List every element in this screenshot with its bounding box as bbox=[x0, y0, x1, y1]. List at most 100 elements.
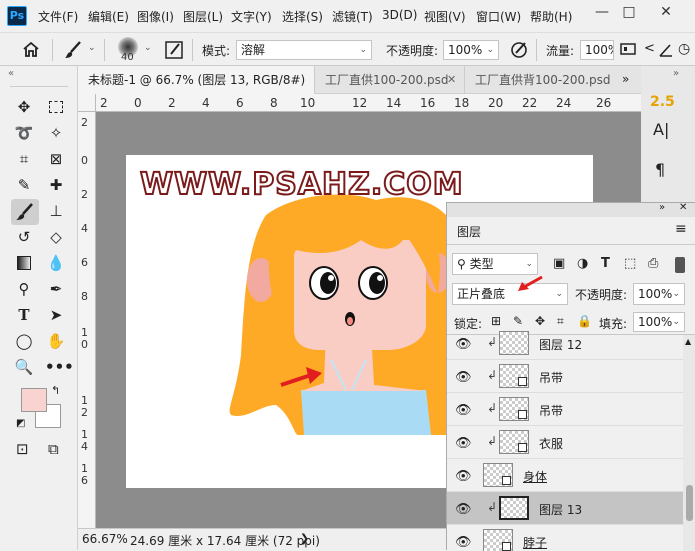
tab-untitled-1[interactable]: 未标题-1 @ 66.7% (图层 13, RGB/8#) *✕ bbox=[78, 66, 314, 115]
opacity-input[interactable]: 100% ⌄ bbox=[443, 40, 499, 60]
properties-badge[interactable]: 2.5 bbox=[650, 94, 675, 110]
gradient-tool-icon[interactable] bbox=[13, 252, 35, 274]
layer-opacity-input[interactable]: 100% ⌄ bbox=[633, 283, 685, 305]
menu-file[interactable]: 文件(F) bbox=[38, 8, 78, 25]
pressure-opacity-icon[interactable] bbox=[510, 41, 530, 59]
mode-dropdown[interactable]: 溶解 ⌄ bbox=[236, 40, 372, 60]
visibility-eye-icon[interactable]: 👁 bbox=[455, 337, 472, 352]
visibility-eye-icon[interactable]: 👁 bbox=[455, 535, 472, 550]
minimize-button[interactable]: — bbox=[588, 4, 616, 24]
more-tools-icon[interactable]: ••• bbox=[45, 356, 74, 378]
menu-image[interactable]: 图像(I) bbox=[137, 8, 174, 25]
status-menu-icon[interactable]: ❯ bbox=[300, 532, 309, 545]
type-filter-icon[interactable]: T bbox=[601, 256, 610, 271]
screen-mode-icon[interactable]: ⧉ bbox=[48, 440, 59, 458]
layer-row-straps-1[interactable]: 👁 ↲ 吊带 bbox=[447, 360, 683, 393]
layers-scrollbar[interactable]: ▲ bbox=[683, 335, 695, 551]
lock-pixels-icon[interactable]: ✎ bbox=[513, 314, 523, 328]
shape-filter-icon[interactable]: ⬚ bbox=[624, 256, 636, 271]
smart-object-filter-icon[interactable]: ⎙ bbox=[648, 256, 658, 271]
collapse-icon[interactable]: « bbox=[8, 68, 14, 79]
scrollbar-thumb[interactable] bbox=[686, 485, 693, 521]
frame-tool-icon[interactable]: ⊠ bbox=[45, 148, 67, 170]
lasso-tool-icon[interactable]: ➰ bbox=[13, 122, 35, 144]
close-icon[interactable]: ✕ bbox=[679, 202, 687, 213]
visibility-eye-icon[interactable]: 👁 bbox=[455, 370, 472, 385]
layer-row-layer-13-selected[interactable]: 👁 ↲ 图层 13 bbox=[447, 492, 683, 525]
layers-panel-title[interactable]: 图层 bbox=[457, 223, 481, 240]
scroll-up-icon[interactable]: ▲ bbox=[685, 337, 691, 346]
magic-wand-icon[interactable]: ✧ bbox=[45, 122, 67, 144]
vertical-ruler[interactable]: 2 0 2 4 6 8 1 0 1 2 1 4 1 6 bbox=[78, 112, 96, 528]
visibility-eye-icon[interactable]: 👁 bbox=[455, 436, 472, 451]
menu-select[interactable]: 选择(S) bbox=[282, 8, 323, 25]
character-panel-icon[interactable]: A| bbox=[653, 120, 669, 139]
chevron-down-icon[interactable]: ⌄ bbox=[88, 43, 96, 53]
collapse-icon[interactable]: » bbox=[659, 202, 665, 213]
maximize-button[interactable]: □ bbox=[615, 4, 643, 24]
image-filter-icon[interactable]: ▣ bbox=[553, 256, 565, 271]
layer-row-layer-12[interactable]: 👁 ↲ 图层 12 bbox=[447, 327, 683, 360]
smoothing-icon[interactable]: < bbox=[644, 41, 655, 56]
hand-tool-icon[interactable]: ✋ bbox=[45, 330, 67, 352]
type-tool-icon[interactable]: T bbox=[13, 304, 35, 326]
visibility-eye-icon[interactable]: 👁 bbox=[455, 469, 472, 484]
chevron-down-icon[interactable]: ⌄ bbox=[144, 43, 152, 53]
visibility-eye-icon[interactable]: 👁 bbox=[455, 502, 472, 517]
move-tool-icon[interactable]: ✥ bbox=[13, 96, 35, 118]
layer-row-straps-2[interactable]: 👁 ↲ 吊带 bbox=[447, 393, 683, 426]
horizontal-ruler[interactable]: 2 0 2 4 6 8 10 12 14 16 18 20 22 24 26 bbox=[96, 94, 641, 112]
tab-factory-direct[interactable]: 工厂直供100-200.psd ✕ bbox=[314, 66, 464, 94]
lock-transparency-icon[interactable]: ⊞ bbox=[491, 314, 501, 328]
quick-mask-icon[interactable]: ⊡ bbox=[16, 440, 29, 458]
path-selection-icon[interactable]: ➤ bbox=[45, 304, 67, 326]
menu-edit[interactable]: 编辑(E) bbox=[88, 8, 129, 25]
flow-input[interactable]: 100% bbox=[580, 40, 614, 60]
pen-tool-icon[interactable]: ✒ bbox=[45, 278, 67, 300]
ellipse-tool-icon[interactable]: ◯ bbox=[13, 330, 35, 352]
tab-factory-direct-back[interactable]: 工厂直供背100-200.psd bbox=[464, 66, 614, 94]
eyedropper-icon[interactable]: ✎ bbox=[13, 174, 35, 196]
menu-layer[interactable]: 图层(L) bbox=[183, 8, 223, 25]
ruler-origin[interactable] bbox=[78, 94, 96, 112]
filter-kind-dropdown[interactable]: ⚲ 类型 ⌄ bbox=[452, 253, 538, 275]
menu-type[interactable]: 文字(Y) bbox=[231, 8, 272, 25]
zoom-tool-icon[interactable]: 🔍 bbox=[13, 356, 35, 378]
pressure-size-icon[interactable]: ◷ bbox=[678, 41, 690, 57]
close-icon[interactable]: ✕ bbox=[447, 66, 456, 94]
airbrush-icon[interactable] bbox=[620, 42, 636, 56]
layer-row-body[interactable]: 👁 身体 bbox=[447, 459, 683, 492]
brush-tool-icon[interactable] bbox=[63, 40, 83, 60]
foreground-color-swatch[interactable] bbox=[21, 388, 47, 412]
history-brush-icon[interactable]: ↺ bbox=[13, 226, 35, 248]
blur-tool-icon[interactable]: 💧 bbox=[45, 252, 67, 274]
brush-tool-selected-icon[interactable] bbox=[11, 199, 39, 225]
tabs-overflow-icon[interactable]: » bbox=[622, 72, 629, 86]
collapse-icon[interactable]: » bbox=[673, 68, 679, 79]
panel-menu-icon[interactable]: ≡ bbox=[675, 221, 687, 237]
marquee-tool-icon[interactable] bbox=[45, 96, 67, 118]
lock-all-icon[interactable]: 🔒 bbox=[577, 314, 592, 328]
brush-settings-icon[interactable] bbox=[164, 40, 184, 60]
filter-toggle[interactable] bbox=[675, 257, 685, 273]
menu-3d[interactable]: 3D(D) bbox=[382, 8, 417, 22]
home-icon[interactable] bbox=[22, 41, 40, 57]
menu-filter[interactable]: 滤镜(T) bbox=[332, 8, 373, 25]
dodge-tool-icon[interactable]: ⚲ bbox=[13, 278, 35, 300]
default-colors-icon[interactable]: ◩ bbox=[16, 418, 25, 429]
healing-brush-icon[interactable]: ✚ bbox=[45, 174, 67, 196]
menu-help[interactable]: 帮助(H) bbox=[530, 8, 572, 25]
menu-window[interactable]: 窗口(W) bbox=[476, 8, 521, 25]
visibility-eye-icon[interactable]: 👁 bbox=[455, 403, 472, 418]
paragraph-panel-icon[interactable]: ¶ bbox=[655, 160, 665, 179]
lock-position-icon[interactable]: ✥ bbox=[535, 314, 545, 328]
stamp-tool-icon[interactable]: ⊥ bbox=[45, 200, 67, 222]
adjustment-filter-icon[interactable]: ◑ bbox=[577, 256, 588, 271]
menu-view[interactable]: 视图(V) bbox=[424, 8, 466, 25]
eraser-tool-icon[interactable]: ◇ bbox=[45, 226, 67, 248]
zoom-level[interactable]: 66.67% bbox=[82, 532, 128, 546]
close-button[interactable]: ✕ bbox=[652, 4, 680, 24]
angle-icon[interactable] bbox=[656, 40, 676, 60]
layer-row-clothes[interactable]: 👁 ↲ 衣服 bbox=[447, 426, 683, 459]
crop-tool-icon[interactable]: ⌗ bbox=[13, 148, 35, 170]
